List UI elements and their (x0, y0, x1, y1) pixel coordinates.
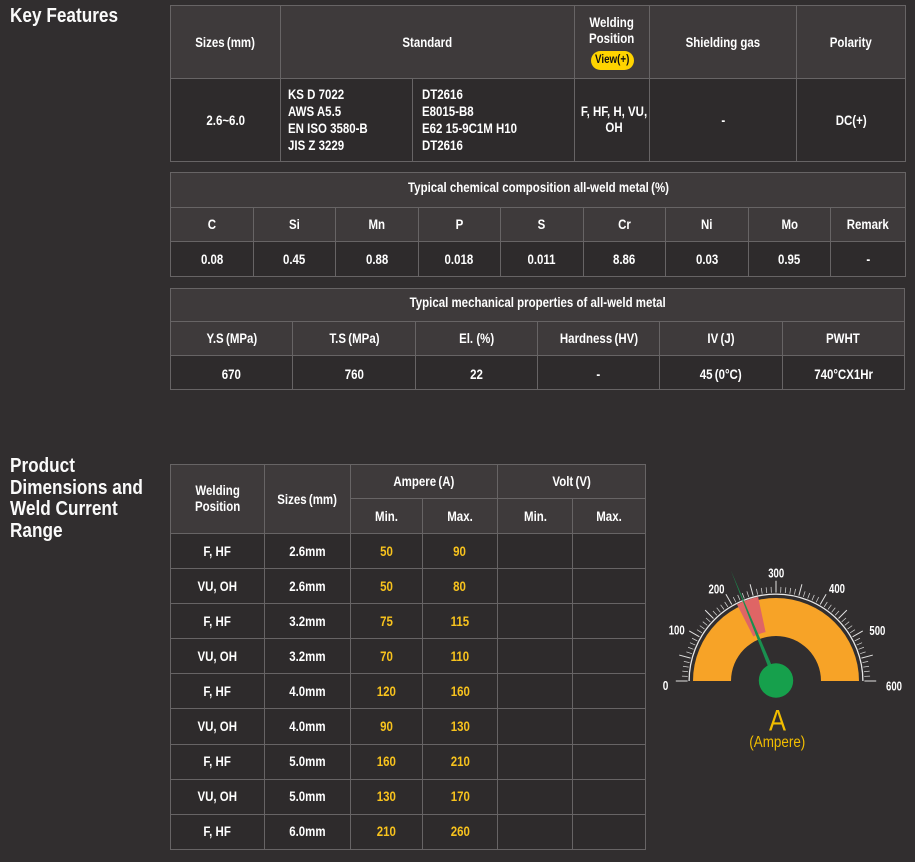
svg-text:600: 600 (886, 679, 902, 694)
svg-text:500: 500 (869, 623, 885, 638)
svg-text:(Ampere): (Ampere) (749, 734, 805, 751)
svg-text:A: A (769, 705, 786, 738)
svg-text:200: 200 (709, 582, 725, 597)
svg-text:0: 0 (663, 678, 669, 693)
svg-text:400: 400 (829, 581, 845, 596)
svg-text:300: 300 (768, 566, 784, 581)
svg-text:100: 100 (669, 623, 685, 638)
